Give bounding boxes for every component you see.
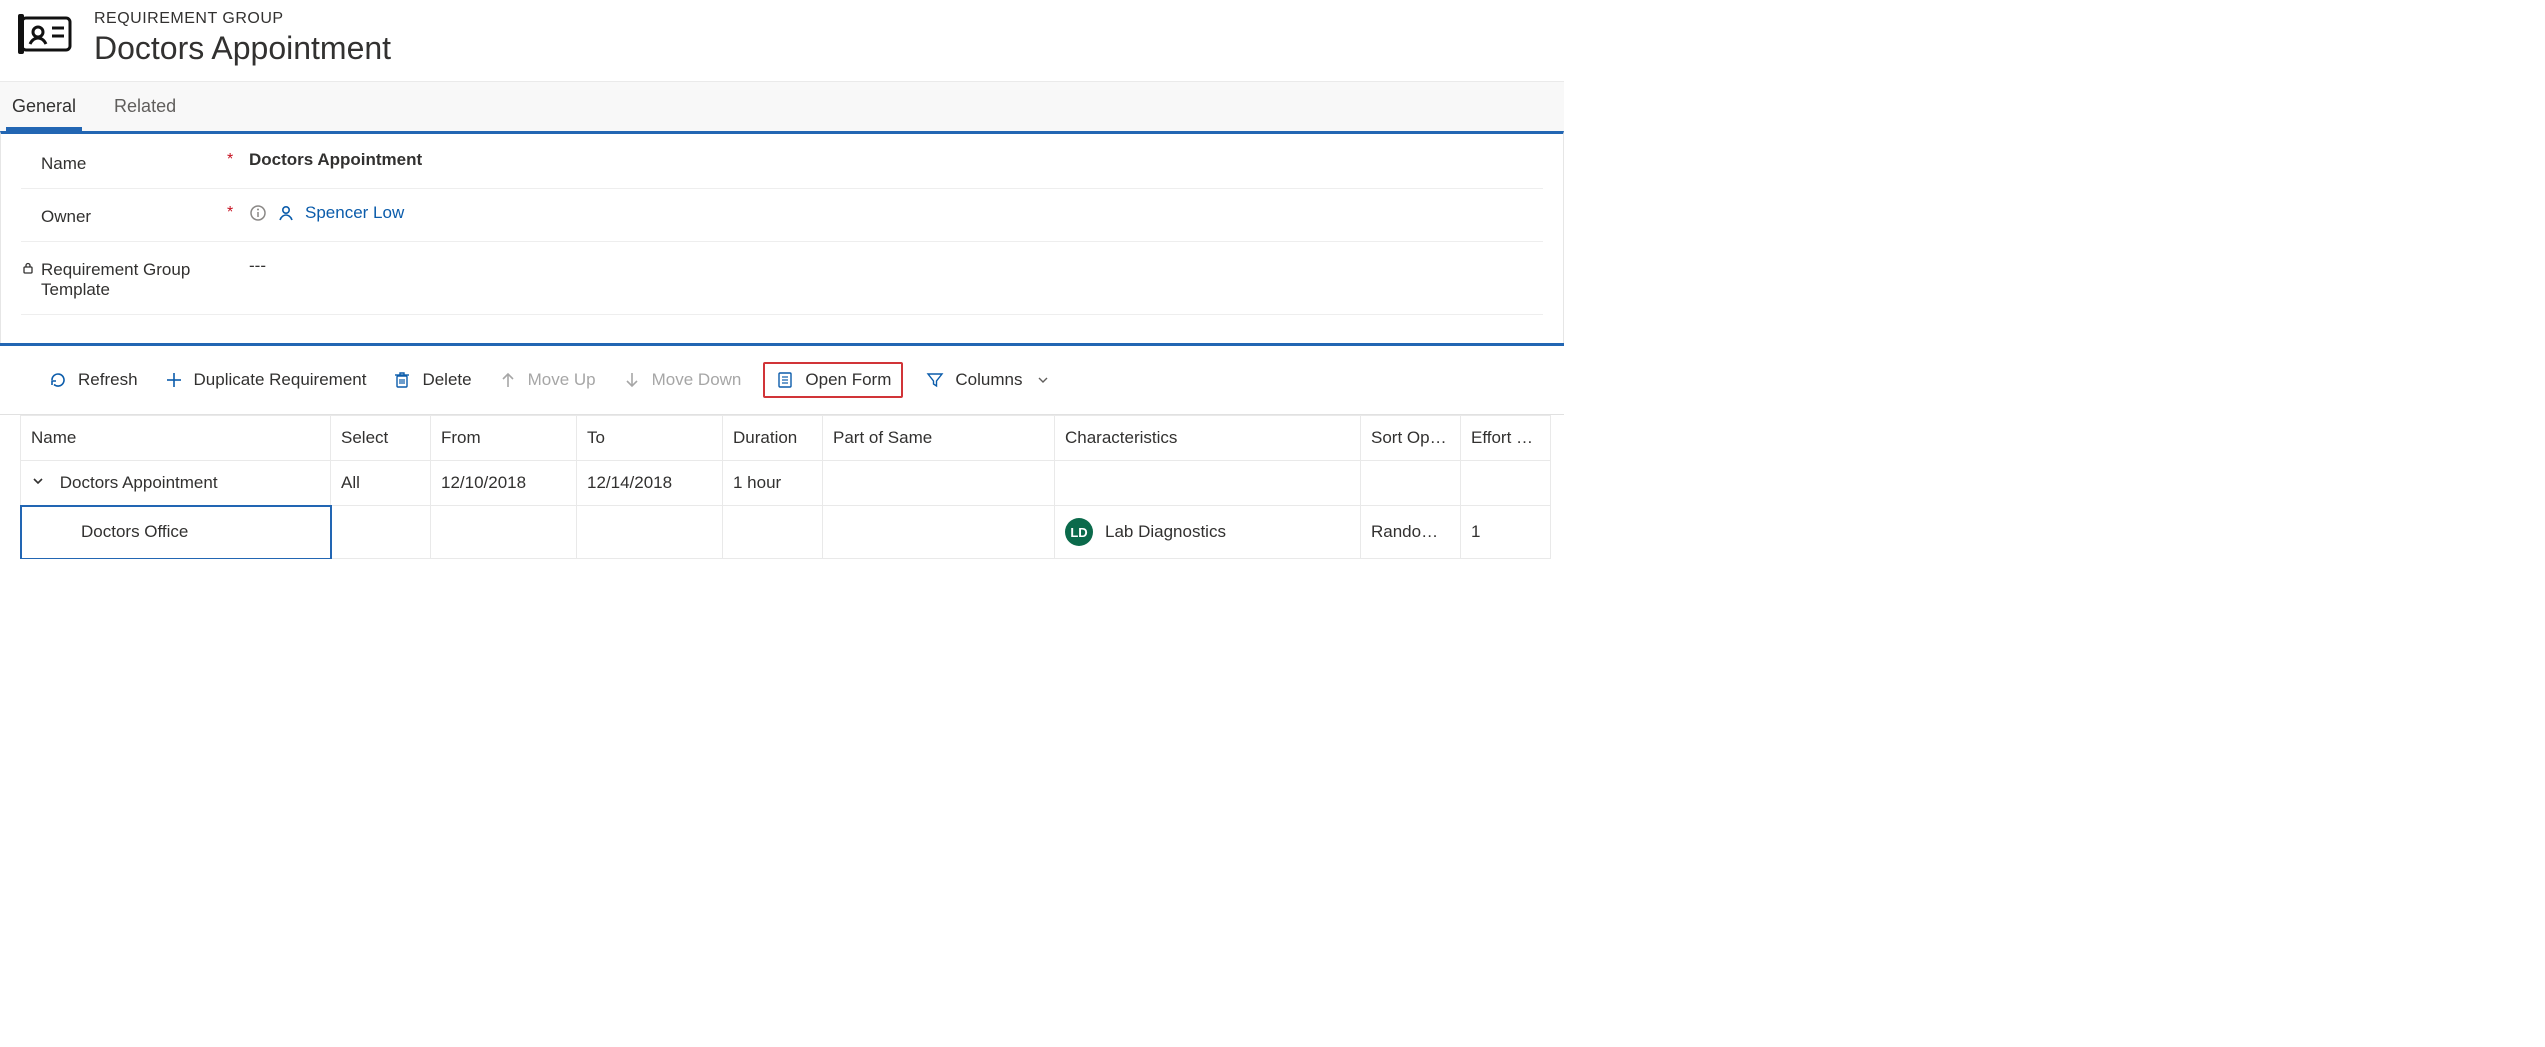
subgrid-panel: Refresh Duplicate Requirement Delete Mov… [0, 343, 1564, 559]
grid-toolbar: Refresh Duplicate Requirement Delete Mov… [0, 346, 1564, 414]
cell-select[interactable]: All [331, 461, 431, 506]
field-label-name: Name [41, 154, 86, 174]
info-icon[interactable] [249, 204, 267, 222]
move-down-label: Move Down [652, 370, 742, 390]
col-header-name[interactable]: Name [21, 416, 331, 461]
refresh-button[interactable]: Refresh [44, 366, 142, 394]
required-star-icon: * [227, 151, 239, 169]
cell-duration[interactable]: 1 hour [723, 461, 823, 506]
cell-from[interactable] [431, 506, 577, 559]
refresh-icon [48, 370, 68, 390]
required-star-icon: * [227, 204, 239, 222]
refresh-label: Refresh [78, 370, 138, 390]
cell-part-of-same[interactable] [823, 506, 1055, 559]
form-icon [775, 370, 795, 390]
cell-to[interactable] [577, 506, 723, 559]
grid-header-row: Name Select From To Duration Part of Sam… [21, 416, 1551, 461]
duplicate-button[interactable]: Duplicate Requirement [160, 366, 371, 394]
characteristics-text: Lab Diagnostics [1105, 522, 1226, 542]
cell-effort-required[interactable] [1461, 461, 1551, 506]
col-header-duration[interactable]: Duration [723, 416, 823, 461]
duplicate-label: Duplicate Requirement [194, 370, 367, 390]
cell-sort-option[interactable] [1361, 461, 1461, 506]
form-panel: Name * Doctors Appointment Owner * S [0, 131, 1564, 343]
page-header: REQUIREMENT GROUP Doctors Appointment [0, 0, 2545, 81]
owner-link[interactable]: Spencer Low [305, 203, 404, 223]
move-down-button: Move Down [618, 366, 746, 394]
arrow-up-icon [498, 370, 518, 390]
field-label-template: Requirement Group Template [41, 260, 221, 300]
arrow-down-icon [622, 370, 642, 390]
move-up-label: Move Up [528, 370, 596, 390]
person-icon [277, 204, 295, 222]
delete-button[interactable]: Delete [388, 366, 475, 394]
cell-effort-required[interactable]: 1 [1461, 506, 1551, 559]
cell-name: Doctors Office [81, 522, 188, 541]
entity-icon [18, 10, 74, 58]
cell-duration[interactable] [723, 506, 823, 559]
columns-button[interactable]: Columns [921, 366, 1054, 394]
open-form-button[interactable]: Open Form [763, 362, 903, 398]
col-header-effort-required[interactable]: Effort Require [1461, 416, 1551, 461]
delete-label: Delete [422, 370, 471, 390]
chevron-down-icon[interactable] [31, 474, 45, 488]
plus-icon [164, 370, 184, 390]
col-header-part-of-same[interactable]: Part of Same [823, 416, 1055, 461]
lock-icon [21, 260, 35, 280]
tab-bar: General Related [0, 81, 1564, 131]
page-title: Doctors Appointment [94, 30, 391, 67]
col-header-characteristics[interactable]: Characteristics [1055, 416, 1361, 461]
grid-row-child[interactable]: Doctors Office LD Lab Diagnostics Random… [21, 506, 1551, 559]
tab-general[interactable]: General [6, 82, 82, 131]
tab-related[interactable]: Related [108, 82, 182, 131]
cell-select[interactable] [331, 506, 431, 559]
trash-icon [392, 370, 412, 390]
col-header-to[interactable]: To [577, 416, 723, 461]
cell-part-of-same[interactable] [823, 461, 1055, 506]
cell-sort-option[interactable]: Randomize [1361, 506, 1461, 559]
cell-from[interactable]: 12/10/2018 [431, 461, 577, 506]
cell-name: Doctors Appointment [60, 473, 218, 492]
col-header-from[interactable]: From [431, 416, 577, 461]
col-header-select[interactable]: Select [331, 416, 431, 461]
grid-row-parent[interactable]: Doctors Appointment All 12/10/2018 12/14… [21, 461, 1551, 506]
field-label-owner: Owner [41, 207, 91, 227]
columns-label: Columns [955, 370, 1022, 390]
avatar: LD [1065, 518, 1093, 546]
cell-characteristics[interactable]: LD Lab Diagnostics [1055, 506, 1361, 559]
requirements-grid: Name Select From To Duration Part of Sam… [0, 414, 1564, 559]
open-form-label: Open Form [805, 370, 891, 390]
field-row-name: Name * Doctors Appointment [21, 136, 1543, 189]
entity-type-label: REQUIREMENT GROUP [94, 10, 391, 28]
field-value-template: --- [249, 256, 266, 276]
col-header-sort-option[interactable]: Sort Option [1361, 416, 1461, 461]
chevron-down-icon [1036, 373, 1050, 387]
field-row-owner: Owner * Spencer Low [21, 189, 1543, 242]
filter-icon [925, 370, 945, 390]
move-up-button: Move Up [494, 366, 600, 394]
cell-characteristics[interactable] [1055, 461, 1361, 506]
cell-to[interactable]: 12/14/2018 [577, 461, 723, 506]
field-row-template: Requirement Group Template * --- [21, 242, 1543, 315]
field-value-name[interactable]: Doctors Appointment [249, 150, 422, 170]
